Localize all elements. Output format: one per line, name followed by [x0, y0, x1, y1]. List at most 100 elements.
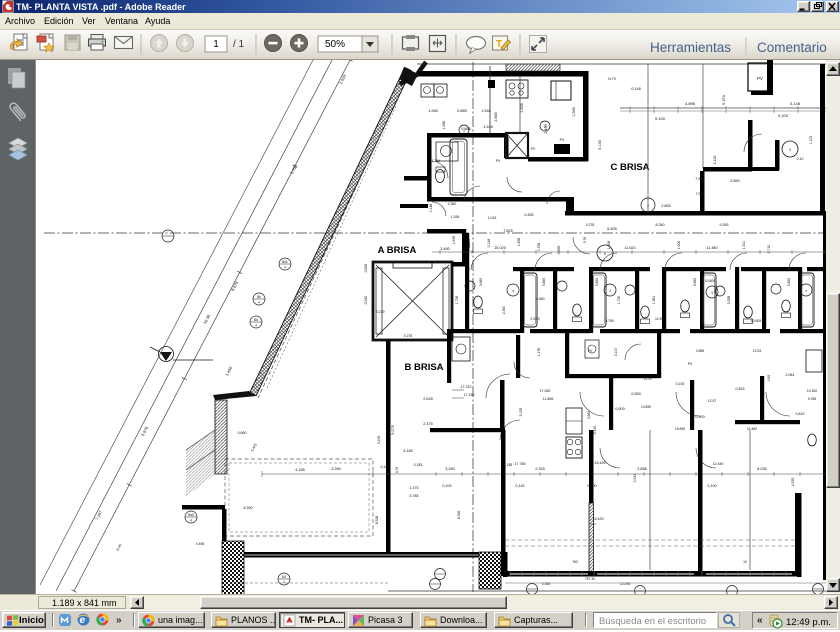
svg-text:10.805: 10.805: [705, 279, 715, 283]
svg-text:0.278: 0.278: [586, 223, 595, 227]
svg-text:1.750: 1.750: [617, 296, 621, 305]
svg-text:17.210: 17.210: [461, 385, 472, 389]
svg-text:1.115: 1.115: [809, 136, 813, 144]
svg-text:0,865: 0,865: [693, 278, 697, 286]
svg-text:1.285: 1.285: [428, 109, 438, 113]
svg-text:C BRISA: C BRISA: [610, 162, 649, 173]
svg-text:4: 4: [258, 301, 260, 305]
svg-text:A BRISA: A BRISA: [378, 245, 417, 256]
svg-text:0,865: 0,865: [570, 203, 574, 212]
svg-text:2.450: 2.450: [502, 306, 506, 315]
svg-text:1.176: 1.176: [537, 348, 541, 357]
svg-text:8.538: 8.538: [375, 516, 379, 525]
svg-text:B4: B4: [282, 575, 286, 579]
svg-text:3: 3: [711, 291, 713, 295]
svg-text:8.035: 8.035: [757, 467, 767, 471]
svg-text:4: 4: [805, 289, 807, 293]
svg-text:0,100: 0,100: [676, 382, 685, 386]
svg-text:4.525: 4.525: [791, 478, 795, 487]
svg-text:6.390: 6.390: [244, 506, 253, 510]
svg-text:L750: L750: [606, 319, 614, 323]
svg-text:0,865: 0,865: [479, 278, 483, 286]
svg-text:0,885: 0,885: [461, 127, 471, 131]
svg-text:0,100: 0,100: [778, 113, 789, 118]
svg-text:0.183: 0.183: [414, 463, 423, 467]
svg-text:1.858: 1.858: [607, 241, 611, 250]
svg-text:PV: PV: [560, 138, 565, 142]
svg-text:0,865: 0,865: [542, 278, 546, 286]
svg-text:1,015: 1,015: [488, 216, 497, 220]
svg-text:1,635: 1,635: [452, 236, 456, 245]
svg-text:3,280: 3,280: [445, 467, 455, 471]
svg-text:5,279: 5,279: [391, 425, 395, 435]
svg-text:0,100: 0,100: [655, 116, 666, 121]
svg-text:2.475: 2.475: [410, 486, 419, 490]
svg-text:5.470: 5.470: [721, 94, 726, 105]
svg-text:10.805: 10.805: [751, 319, 761, 323]
svg-text:12.57: 12.57: [708, 399, 717, 403]
svg-text:B6: B6: [257, 295, 261, 299]
svg-text:0,148: 0,148: [429, 204, 433, 213]
svg-text:0,940: 0,940: [364, 296, 368, 305]
svg-text:2.860: 2.860: [730, 179, 740, 183]
svg-text:2: 2: [647, 204, 649, 208]
svg-text:0.148: 0.148: [487, 239, 491, 248]
svg-text:Herramientas: Herramientas: [650, 40, 731, 55]
svg-text:15.690: 15.690: [675, 427, 685, 431]
svg-text:2.475: 2.475: [423, 422, 433, 426]
svg-text:e: e: [80, 615, 86, 626]
svg-text:4: 4: [512, 289, 514, 293]
svg-text:4.60: 4.60: [767, 375, 771, 382]
svg-text:PV: PV: [496, 159, 501, 163]
svg-text:0,660: 0,660: [238, 431, 247, 435]
svg-text:0,76: 0,76: [395, 467, 399, 473]
svg-text:1.754: 1.754: [432, 159, 441, 163]
svg-text:0,148: 0,148: [790, 101, 801, 106]
svg-text:1.756: 1.756: [455, 296, 459, 305]
svg-text:1.269: 1.269: [451, 215, 460, 219]
svg-text:1: 1: [213, 39, 219, 50]
svg-text:6.305: 6.305: [607, 227, 617, 231]
svg-text:PV: PV: [531, 147, 536, 151]
svg-text:2.660: 2.660: [494, 112, 498, 122]
svg-text:7.580: 7.580: [696, 192, 705, 196]
svg-text:15.020: 15.020: [494, 246, 506, 250]
svg-text:13.690: 13.690: [641, 405, 651, 409]
svg-text:0,148: 0,148: [631, 87, 641, 91]
svg-text:8.536: 8.536: [457, 511, 461, 520]
svg-text:3,280: 3,280: [331, 467, 341, 471]
svg-text:11.865: 11.865: [543, 397, 554, 401]
svg-text:0.555: 0.555: [542, 582, 551, 586]
svg-text:0.163: 0.163: [467, 243, 471, 252]
svg-text:0.498: 0.498: [196, 542, 204, 546]
svg-text:4.185: 4.185: [295, 468, 305, 472]
svg-text:0.278: 0.278: [404, 334, 413, 338]
svg-text:7.825: 7.825: [503, 229, 513, 233]
svg-text:4.896: 4.896: [685, 101, 696, 106]
svg-text:B6: B6: [254, 318, 258, 322]
svg-text:2.081: 2.081: [786, 373, 795, 377]
svg-text:9.335: 9.335: [808, 397, 817, 401]
svg-text:6: 6: [604, 252, 606, 256]
svg-text:0,710: 0,710: [767, 245, 771, 254]
svg-text:3.100: 3.100: [614, 348, 618, 357]
svg-text:Comentario: Comentario: [757, 40, 827, 55]
svg-text:3.460: 3.460: [440, 247, 450, 251]
svg-text:2.886: 2.886: [637, 467, 647, 471]
svg-text:3: 3: [609, 289, 611, 293]
svg-text:2.460: 2.460: [544, 124, 548, 134]
svg-text:8.260: 8.260: [656, 223, 665, 227]
svg-text:4: 4: [255, 324, 257, 328]
svg-text:17.150: 17.150: [464, 393, 475, 397]
svg-text:12.57: 12.57: [644, 377, 653, 381]
svg-text:12.53: 12.53: [753, 349, 762, 353]
svg-text:Ba1: Ba1: [282, 260, 288, 264]
svg-text:2.125: 2.125: [713, 156, 717, 165]
svg-text:15.425: 15.425: [593, 517, 604, 521]
svg-text:50%: 50%: [325, 39, 345, 50]
svg-text:N,79: N,79: [608, 77, 616, 81]
svg-text:0,885: 0,885: [457, 109, 467, 113]
svg-text:0,183: 0,183: [381, 465, 390, 469]
svg-text:0,950: 0,950: [631, 392, 641, 396]
svg-text:757.30: 757.30: [585, 577, 595, 581]
